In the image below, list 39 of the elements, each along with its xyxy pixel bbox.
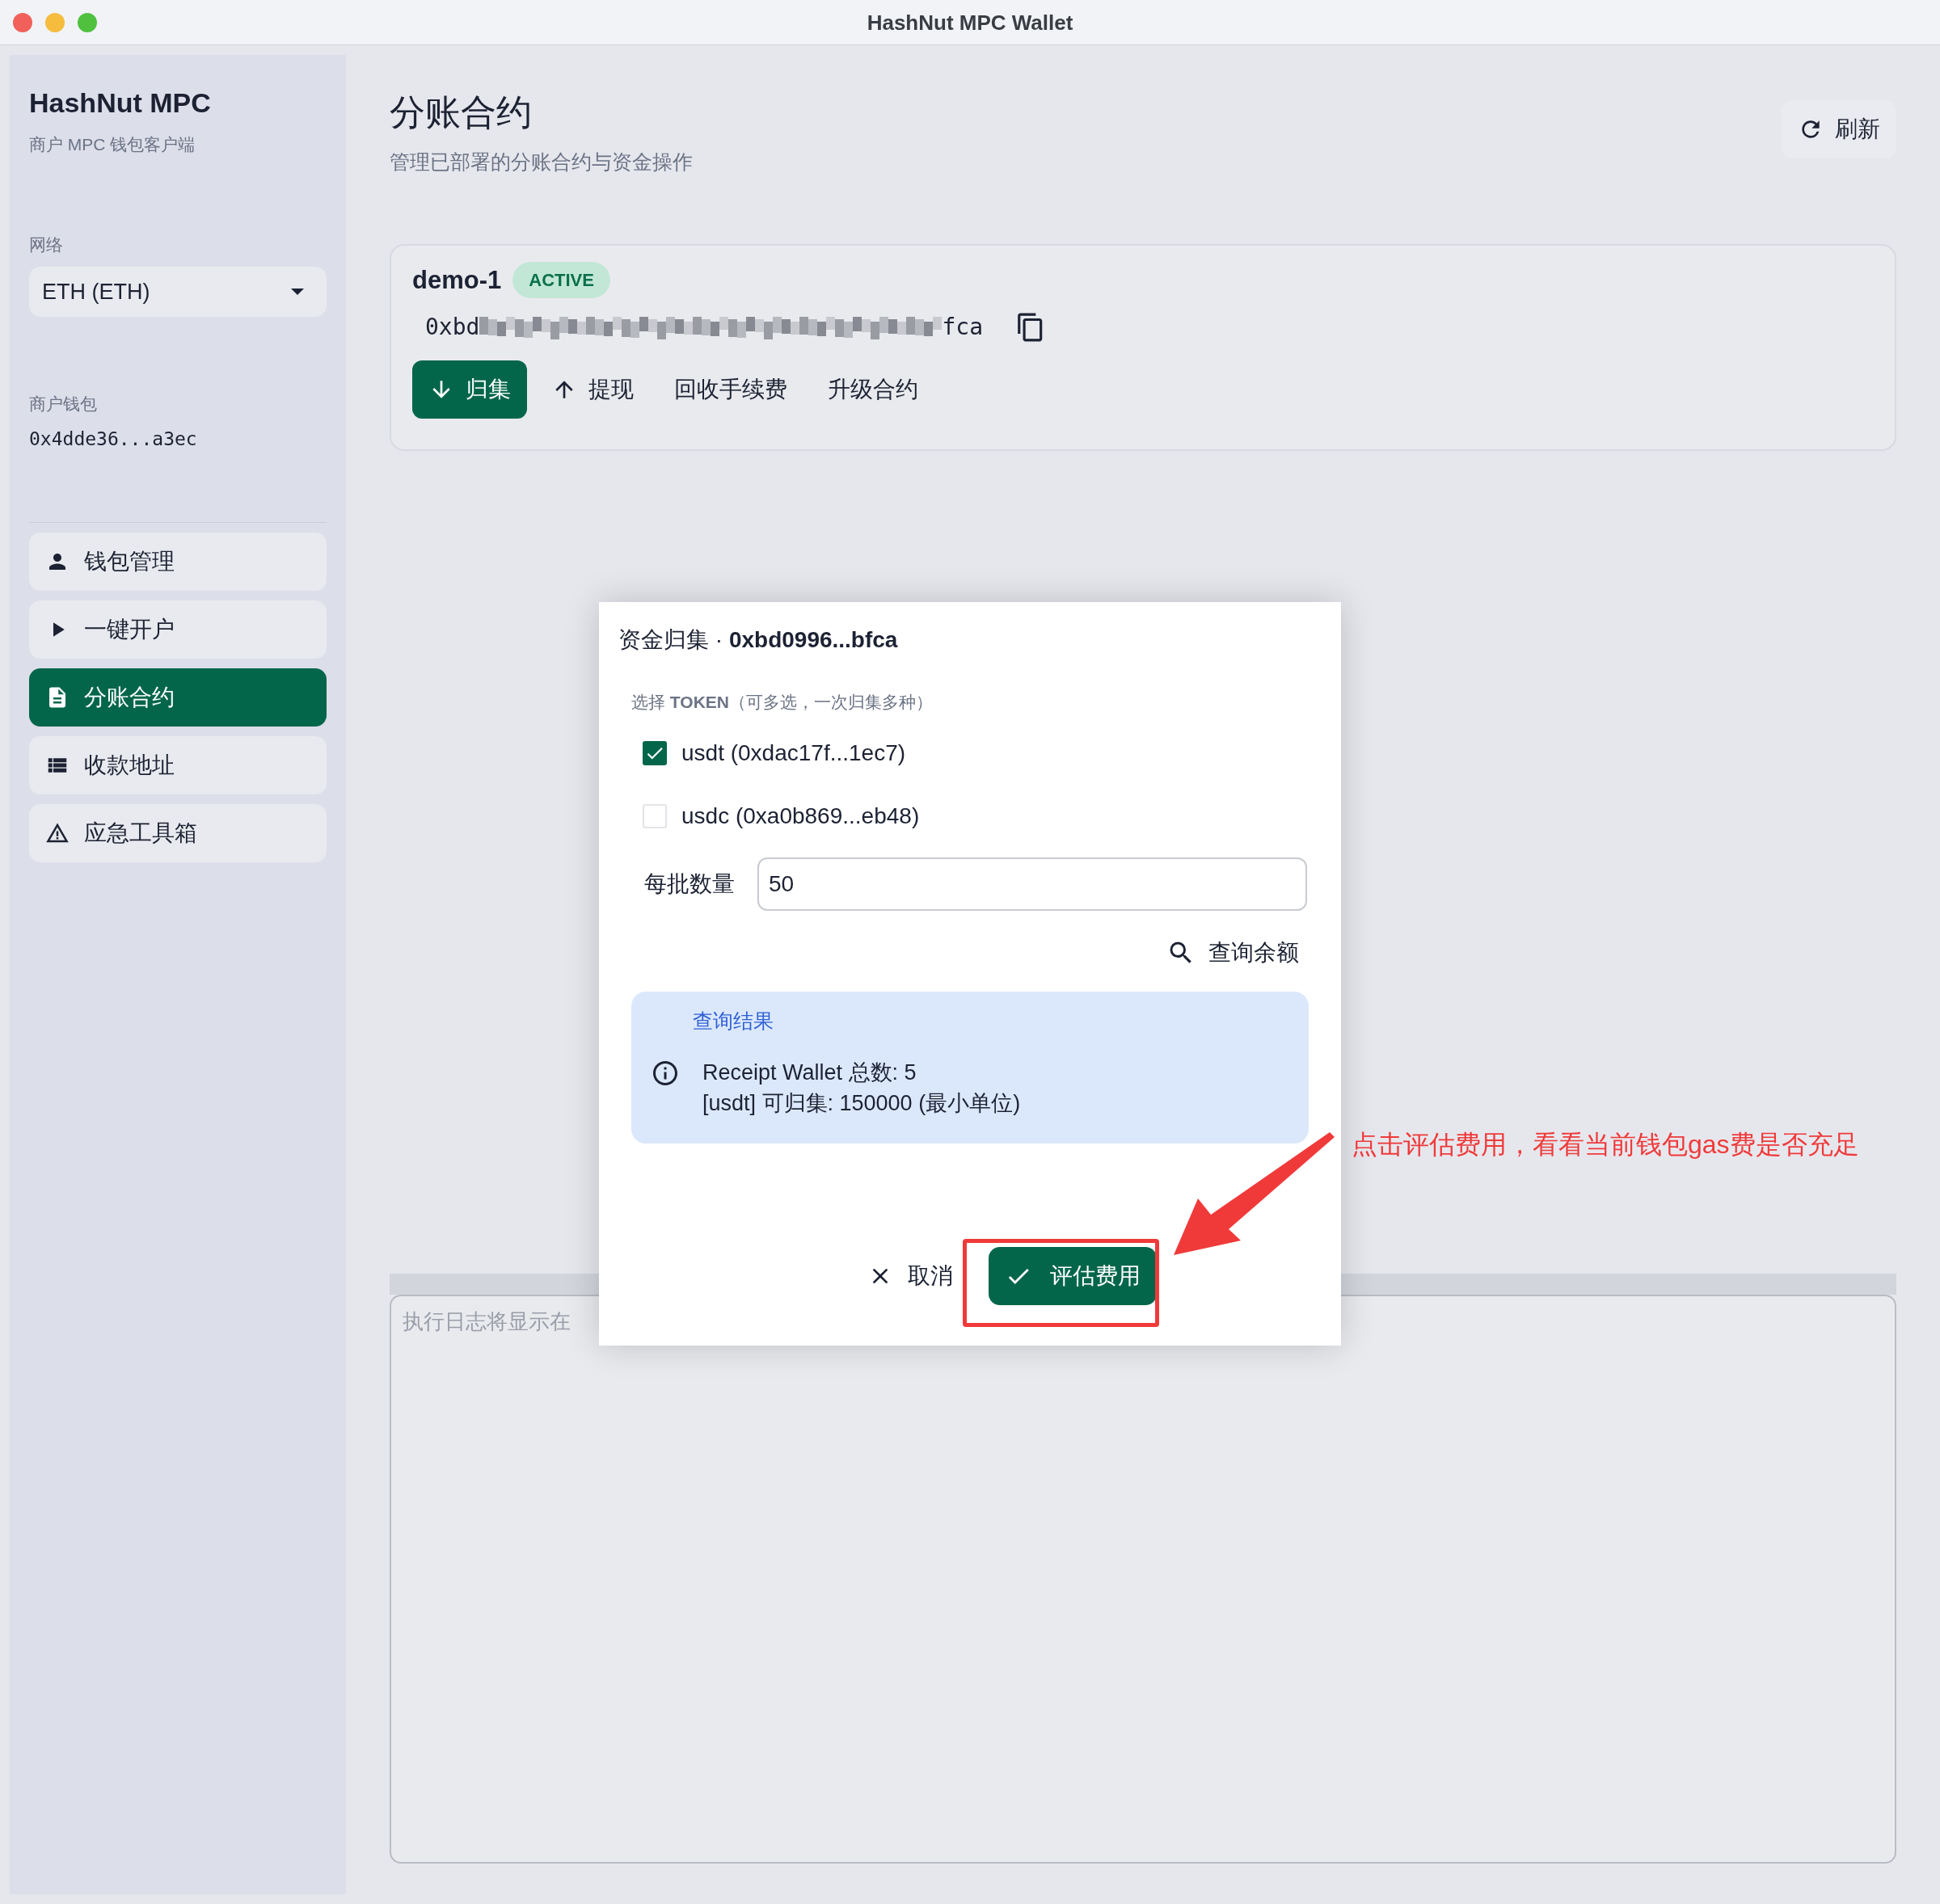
batch-size-label: 每批数量	[644, 870, 736, 898]
page-title: 分账合约	[390, 91, 533, 133]
caret-icon	[291, 289, 304, 295]
result-line: [usdt] 可归集: 150000 (最小单位)	[702, 1090, 1021, 1117]
nav-item[interactable]: 应急工具箱	[29, 804, 327, 862]
nav-item[interactable]: 一键开户	[29, 600, 327, 659]
network-dropdown[interactable]: ETH (ETH)	[29, 267, 327, 317]
wallet-label: 商户钱包	[29, 394, 98, 415]
result-title: 查询结果	[693, 1008, 774, 1034]
annotation-text: 点击评估费用，看看当前钱包gas费是否充足	[1352, 1129, 1859, 1161]
token-checkbox[interactable]	[643, 803, 667, 828]
nav-item[interactable]: 分账合约	[29, 668, 327, 727]
contract-name: demo-1	[412, 264, 502, 296]
nav-item[interactable]: 收款地址	[29, 736, 327, 794]
batch-size-field[interactable]: 50	[757, 857, 1307, 911]
action-button[interactable]: 升级合约	[812, 360, 934, 419]
status-badge: ACTIVE	[512, 262, 610, 299]
token-label: usdc (0xa0b869...eb48)	[681, 802, 920, 830]
contract-address-start: 0xbd	[425, 313, 480, 342]
action-button[interactable]: 回收手续费	[658, 360, 803, 419]
page-subtitle: 管理已部署的分账合约与资金操作	[390, 150, 693, 175]
info-icon	[651, 1059, 680, 1088]
estimate-fee-button[interactable]: 评估费用	[989, 1246, 1157, 1305]
app-subtitle: 商户 MPC 钱包客户端	[29, 134, 196, 155]
result-line: Receipt Wallet 总数: 5	[702, 1059, 917, 1086]
contract-address-end: fca	[942, 313, 983, 342]
action-button[interactable]: 归集	[412, 360, 527, 419]
query-balance-button[interactable]: 查询余额	[1166, 928, 1299, 977]
network-label: 网络	[29, 234, 64, 255]
refresh-button[interactable]: 刷新	[1782, 100, 1896, 158]
dialog-title: 资金归集 · 0xbd0996...bfca	[618, 626, 899, 654]
window-title: HashNut MPC Wallet	[867, 9, 1073, 36]
action-button[interactable]: 提现	[535, 360, 650, 419]
token-label: usdt (0xdac17f...1ec7)	[681, 739, 906, 767]
token-checkbox[interactable]	[643, 740, 667, 765]
token-section-label: 选择 TOKEN（可多选，一次归集多种）	[631, 692, 934, 713]
app-name: HashNut MPC	[29, 86, 212, 120]
nav-item[interactable]: 钱包管理	[29, 533, 327, 591]
wallet-address: 0x4dde36...a3ec	[29, 427, 198, 451]
